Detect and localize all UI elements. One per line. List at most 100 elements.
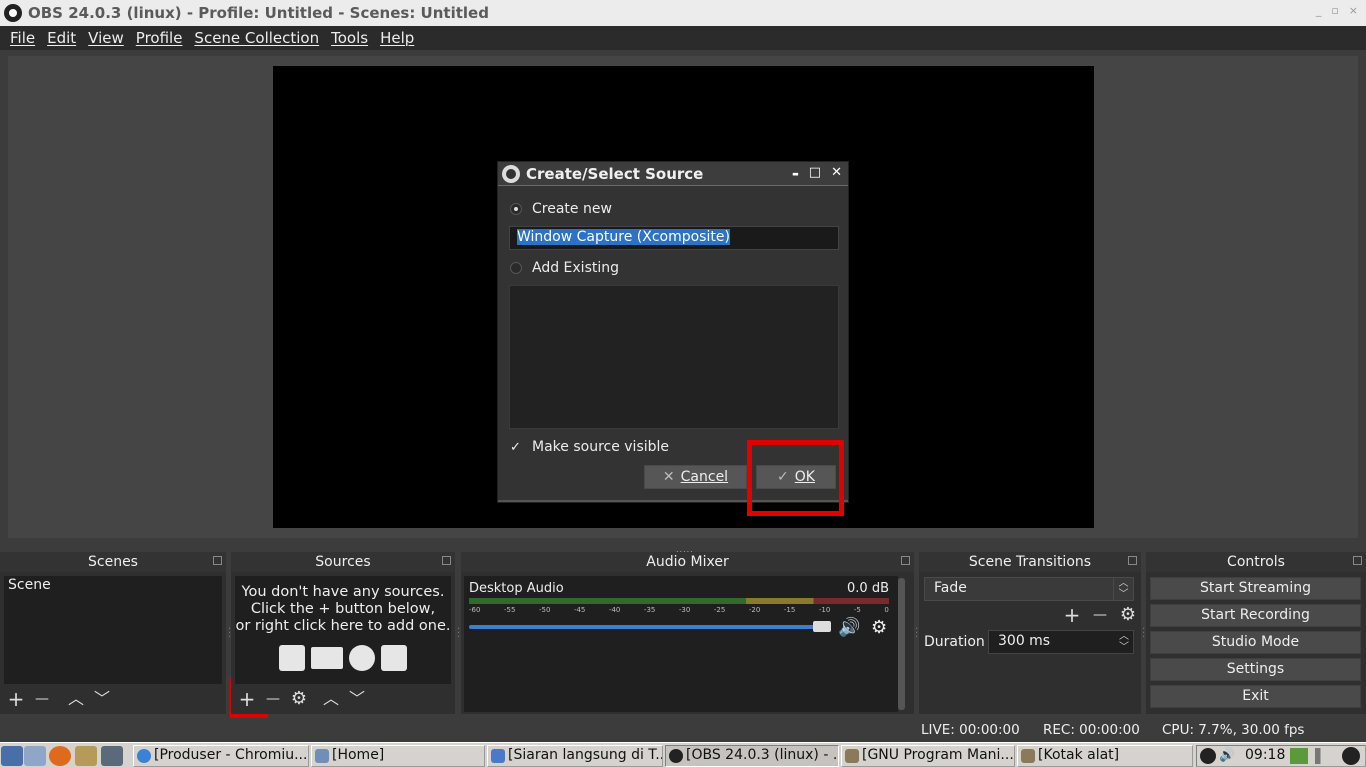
- minimize-button[interactable]: _: [1316, 4, 1322, 17]
- menu-profile[interactable]: Profile: [136, 29, 183, 47]
- menu-help[interactable]: Help: [380, 29, 414, 47]
- exit-button[interactable]: Exit: [1150, 685, 1361, 708]
- browser-icon: [491, 749, 505, 763]
- taskbar-item-siaran[interactable]: [Siaran langsung di T...: [487, 745, 663, 767]
- network-monitor-icon[interactable]: [1290, 748, 1308, 764]
- add-source-button[interactable]: +: [235, 687, 259, 711]
- undock-icon[interactable]: [1128, 556, 1137, 565]
- undock-icon[interactable]: [213, 556, 222, 565]
- duration-label: Duration: [924, 634, 985, 650]
- create-new-label: Create new: [532, 201, 612, 217]
- add-existing-option[interactable]: Add Existing: [510, 260, 619, 276]
- dock-resize-grip[interactable]: · · ·: [457, 625, 460, 643]
- undock-icon[interactable]: [442, 556, 451, 565]
- cancel-icon: ✕: [662, 469, 675, 485]
- dock-resize-grip[interactable]: · · ·: [915, 625, 918, 643]
- signal-icon[interactable]: [1315, 748, 1333, 764]
- start-streaming-button[interactable]: Start Streaming: [1150, 577, 1361, 600]
- dialog-minimize-button[interactable]: ▬: [792, 165, 799, 183]
- sources-list[interactable]: You don't have any sources. Click the + …: [235, 576, 451, 684]
- source-name-input[interactable]: Window Capture (Xcomposite): [509, 226, 839, 250]
- system-tray: 🔊 09:18: [1196, 745, 1366, 767]
- controls-dock-title: Controls: [1146, 552, 1366, 572]
- menu-tools[interactable]: Tools: [331, 29, 368, 47]
- transition-toolbar: + — ⚙: [1060, 603, 1140, 627]
- scenes-list[interactable]: Scene: [4, 576, 222, 684]
- rec-status: REC: 00:00:00: [1043, 722, 1140, 738]
- dock-resize-grip[interactable]: · · ·: [228, 625, 231, 643]
- app-launcher-icon[interactable]: [101, 746, 123, 766]
- sources-dock: Sources You don't have any sources. Clic…: [231, 552, 455, 714]
- move-source-up-button[interactable]: ︿: [319, 687, 343, 711]
- dialog-maximize-button[interactable]: □: [809, 165, 821, 183]
- maximize-button[interactable]: ▫: [1331, 4, 1338, 17]
- menu-edit[interactable]: Edit: [47, 29, 76, 47]
- file-manager-icon[interactable]: [24, 746, 46, 766]
- show-desktop-icon[interactable]: [1, 746, 23, 766]
- obs-logo-icon: [669, 749, 683, 763]
- speaker-icon[interactable]: 🔊: [838, 617, 860, 638]
- window-title: OBS 24.0.3 (linux) - Profile: Untitled -…: [28, 4, 489, 22]
- volume-slider-handle[interactable]: [813, 621, 831, 632]
- add-existing-label: Add Existing: [532, 260, 620, 276]
- taskbar-item-chromium[interactable]: [Produser - Chromiu...: [133, 745, 309, 767]
- make-visible-option[interactable]: ✓ Make source visible: [510, 439, 669, 455]
- mixer-scrollbar[interactable]: [898, 578, 905, 710]
- scenes-dock-title: Scenes: [0, 552, 226, 572]
- add-scene-button[interactable]: +: [4, 687, 28, 711]
- clock[interactable]: 09:18: [1245, 747, 1285, 763]
- move-source-down-button[interactable]: ﹀: [345, 687, 369, 711]
- checkbox-check-icon[interactable]: ✓: [510, 440, 524, 455]
- move-scene-up-button[interactable]: ︿: [64, 687, 88, 711]
- cancel-button[interactable]: ✕ Cancel: [644, 465, 747, 489]
- spinner-icon[interactable]: ︿ ﹀: [1115, 631, 1133, 653]
- remove-source-button[interactable]: —: [261, 687, 285, 711]
- close-button[interactable]: ×: [1349, 4, 1358, 17]
- firefox-icon[interactable]: [49, 746, 71, 766]
- taskbar-item-kotak-alat[interactable]: [Kotak alat]: [1017, 745, 1193, 767]
- move-scene-down-button[interactable]: ﹀: [90, 687, 114, 711]
- audio-mixer-dock-title: Audio Mixer: [461, 552, 914, 572]
- status-bar: LIVE: 00:00:00 REC: 00:00:00 CPU: 7.7%, …: [0, 720, 1366, 742]
- volume-slider-track[interactable]: [469, 625, 831, 629]
- source-properties-gear-icon[interactable]: ⚙: [287, 687, 311, 711]
- dock-resize-grip[interactable]: · · ·: [1142, 625, 1145, 643]
- add-transition-button[interactable]: +: [1060, 603, 1084, 627]
- undock-icon[interactable]: [1353, 556, 1362, 565]
- menu-file[interactable]: File: [10, 29, 35, 47]
- obs-tray-icon[interactable]: [1200, 748, 1216, 764]
- transition-properties-gear-icon[interactable]: ⚙: [1116, 603, 1140, 627]
- scene-transitions-dock-title: Scene Transitions: [919, 552, 1141, 572]
- transition-select[interactable]: Fade ︿ ﹀: [924, 577, 1134, 601]
- dialog-window-controls: ▬ □ ✕: [792, 165, 842, 183]
- list-item[interactable]: Scene: [4, 576, 222, 594]
- remove-transition-button[interactable]: —: [1088, 603, 1112, 627]
- mixer-gear-icon[interactable]: ⚙: [871, 617, 887, 638]
- remove-scene-button[interactable]: —: [30, 687, 54, 711]
- start-recording-button[interactable]: Start Recording: [1150, 604, 1361, 627]
- create-new-option[interactable]: Create new: [510, 201, 612, 217]
- source-name-value: Window Capture (Xcomposite): [517, 229, 730, 245]
- undock-icon[interactable]: [901, 556, 910, 565]
- camera-icon: [381, 645, 407, 671]
- make-visible-label: Make source visible: [532, 439, 670, 455]
- volume-tray-icon[interactable]: 🔊: [1219, 748, 1239, 764]
- volume-meter: [469, 598, 889, 604]
- taskbar-item-home[interactable]: [Home]: [311, 745, 485, 767]
- channel-level: 0.0 dB: [847, 581, 889, 596]
- existing-sources-list[interactable]: [509, 285, 839, 429]
- obs-tray-icon-2[interactable]: [1342, 747, 1360, 765]
- studio-mode-button[interactable]: Studio Mode: [1150, 631, 1361, 654]
- settings-button[interactable]: Settings: [1150, 658, 1361, 681]
- menu-scene-collection[interactable]: Scene Collection: [194, 29, 319, 47]
- taskbar-item-gimp[interactable]: [GNU Program Mani...: [841, 745, 1015, 767]
- menu-view[interactable]: View: [88, 29, 124, 47]
- add-existing-radio[interactable]: [510, 262, 522, 274]
- gimp-icon[interactable]: [75, 746, 97, 766]
- create-new-radio[interactable]: [510, 203, 522, 215]
- dialog-title: Create/Select Source: [526, 164, 704, 183]
- taskbar-item-obs[interactable]: [OBS 24.0.3 (linux) - ...: [665, 745, 839, 767]
- dialog-close-button[interactable]: ✕: [831, 165, 842, 183]
- chevron-updown-icon: ︿ ﹀: [1113, 578, 1133, 600]
- duration-input[interactable]: 300 ms ︿ ﹀: [988, 630, 1134, 654]
